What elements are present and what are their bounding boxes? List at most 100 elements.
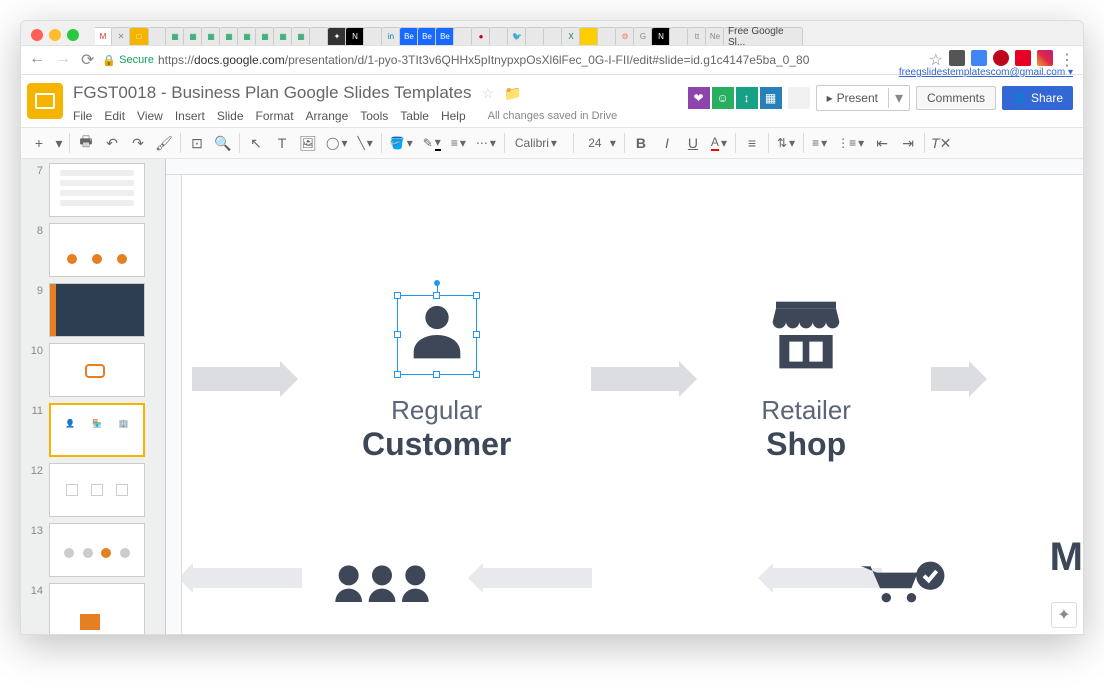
browser-tab-active[interactable]: □ — [129, 27, 149, 45]
bulleted-list-button[interactable]: ⋮≡▾ — [833, 136, 868, 150]
resize-handle[interactable] — [473, 292, 480, 299]
menu-table[interactable]: Table — [400, 109, 429, 123]
menu-arrange[interactable]: Arrange — [306, 109, 349, 123]
browser-tab[interactable]: tt — [687, 27, 707, 45]
reload-button[interactable]: ⟳ — [81, 50, 94, 70]
resize-handle[interactable] — [394, 292, 401, 299]
flow-item-shop[interactable]: Retailer Shop — [761, 295, 851, 463]
resize-handle[interactable] — [394, 371, 401, 378]
browser-tab[interactable] — [669, 27, 689, 45]
zoom-button[interactable]: 🔍 — [211, 131, 235, 155]
browser-tab[interactable]: ▦ — [255, 27, 275, 45]
resize-handle[interactable] — [473, 371, 480, 378]
slide-thumbnail[interactable]: 13 — [29, 523, 161, 577]
slide-canvas[interactable]: Regular Customer Retailer Shop — [182, 175, 1083, 634]
browser-tab[interactable]: ▦ — [165, 27, 185, 45]
line-spacing-button[interactable]: ⇅▾ — [773, 136, 799, 150]
addon-icon[interactable]: ↕ — [736, 87, 758, 109]
indent-decrease-button[interactable]: ⇤ — [870, 131, 894, 155]
people-group-icon[interactable] — [332, 562, 432, 602]
browser-tab[interactable]: X — [561, 27, 581, 45]
extension-icon[interactable] — [1015, 50, 1031, 66]
extension-icon[interactable] — [971, 50, 987, 66]
browser-tab[interactable] — [363, 27, 383, 45]
menu-view[interactable]: View — [137, 109, 163, 123]
menu-file[interactable]: File — [73, 109, 92, 123]
extension-icon[interactable] — [993, 50, 1009, 66]
italic-button[interactable]: I — [655, 131, 679, 155]
url-input[interactable]: 🔒 Secure https://docs.google.com/present… — [102, 53, 920, 67]
slide-thumbnail[interactable]: 10 — [29, 343, 161, 397]
resize-handle[interactable] — [433, 371, 440, 378]
explore-button[interactable]: ✦ — [1051, 602, 1077, 628]
slide-thumbnail[interactable]: 12 — [29, 463, 161, 517]
customer-icon-selected[interactable] — [397, 295, 477, 375]
new-slide-button[interactable]: + — [27, 131, 51, 155]
border-dash-button[interactable]: ⋯▾ — [472, 136, 500, 150]
indent-increase-button[interactable]: ⇥ — [896, 131, 920, 155]
browser-tab[interactable] — [489, 27, 509, 45]
resize-handle[interactable] — [433, 292, 440, 299]
slide-thumbnails-panel[interactable]: 7 8 9 10 11 👤🏪🏢 12 — [21, 159, 166, 634]
browser-tab[interactable]: ✕ — [111, 27, 131, 45]
vertical-ruler[interactable] — [166, 175, 182, 634]
browser-tab[interactable]: ▦ — [219, 27, 239, 45]
browser-tab[interactable]: N — [345, 27, 365, 45]
align-button[interactable]: ≡ — [740, 131, 764, 155]
browser-tab[interactable]: ⚙ — [615, 27, 635, 45]
comment-icon[interactable] — [788, 87, 810, 109]
share-button[interactable]: 👤 Share — [1002, 86, 1073, 110]
slide-thumbnail[interactable]: 8 — [29, 223, 161, 277]
browser-tab[interactable]: G — [633, 27, 653, 45]
addon-icon[interactable]: ❤ — [688, 87, 710, 109]
arrow-icon[interactable] — [931, 367, 971, 391]
clear-formatting-button[interactable]: T✕ — [929, 131, 953, 155]
maximize-window-button[interactable] — [67, 29, 79, 41]
browser-tab[interactable]: 🐦 — [507, 27, 527, 45]
line-tool[interactable]: ╲▾ — [353, 136, 376, 150]
addon-icon[interactable]: ☺ — [712, 87, 734, 109]
numbered-list-button[interactable]: ≡▾ — [808, 136, 831, 150]
minimize-window-button[interactable] — [49, 29, 61, 41]
browser-tab[interactable]: Be — [399, 27, 419, 45]
font-selector[interactable]: Calibri ▾ — [509, 136, 569, 150]
browser-tab[interactable] — [453, 27, 473, 45]
star-icon[interactable]: ☆ — [481, 85, 494, 102]
shape-tool[interactable]: ◯▾ — [322, 136, 351, 150]
menu-edit[interactable]: Edit — [104, 109, 125, 123]
back-arrow-icon[interactable] — [192, 568, 302, 588]
browser-tab[interactable]: Ne — [705, 27, 725, 45]
browser-tab[interactable]: ▦ — [201, 27, 221, 45]
browser-tab[interactable]: Be — [435, 27, 455, 45]
flow-item-customer[interactable]: Regular Customer — [362, 295, 511, 463]
browser-tab[interactable]: in — [381, 27, 401, 45]
horizontal-ruler[interactable] — [166, 159, 1083, 175]
menu-format[interactable]: Format — [256, 109, 294, 123]
addon-icon[interactable]: ▦ — [760, 87, 782, 109]
underline-button[interactable]: U — [681, 131, 705, 155]
browser-tab[interactable] — [525, 27, 545, 45]
present-dropdown[interactable]: ▾ — [888, 88, 909, 108]
slides-logo[interactable] — [27, 83, 63, 119]
text-color-button[interactable]: A▾ — [707, 135, 731, 151]
browser-tab[interactable]: ✦ — [327, 27, 347, 45]
browser-tab[interactable]: N — [651, 27, 671, 45]
image-tool[interactable]: 🖼 — [296, 131, 320, 155]
browser-tab[interactable] — [597, 27, 617, 45]
extension-icon[interactable] — [949, 50, 965, 66]
arrow-icon[interactable] — [591, 367, 681, 391]
browser-tab[interactable]: ● — [471, 27, 491, 45]
menu-tools[interactable]: Tools — [360, 109, 388, 123]
back-button[interactable]: ← — [29, 50, 45, 70]
browser-tab[interactable]: ▦ — [237, 27, 257, 45]
arrow-icon[interactable] — [192, 367, 282, 391]
resize-handle[interactable] — [473, 331, 480, 338]
slide-thumbnail[interactable]: 9 — [29, 283, 161, 337]
browser-tab[interactable]: ▦ — [273, 27, 293, 45]
fill-color-button[interactable]: 🪣▾ — [386, 136, 417, 150]
resize-handle[interactable] — [394, 331, 401, 338]
browser-tab[interactable]: ▦ — [291, 27, 311, 45]
browser-tab[interactable] — [543, 27, 563, 45]
browser-tab[interactable]: Free Google Sl... — [723, 27, 803, 45]
bold-button[interactable]: B — [629, 131, 653, 155]
